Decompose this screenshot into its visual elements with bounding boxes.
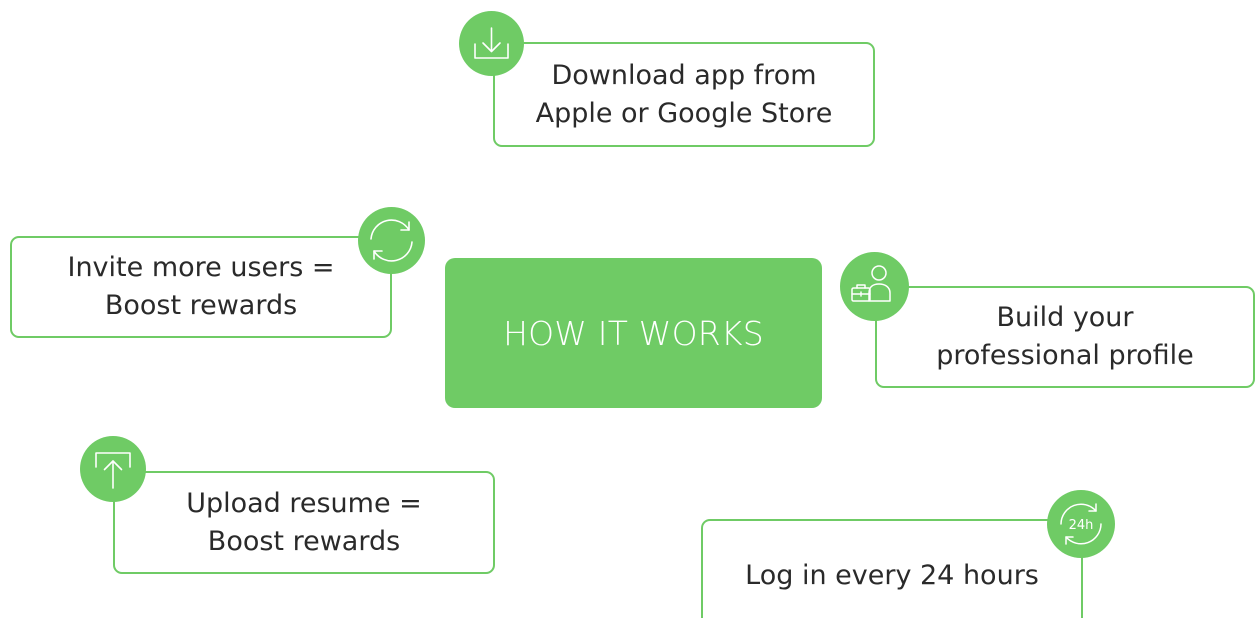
step-download-text: Download app from Apple or Google Store (536, 57, 833, 133)
step-login-line1: Log in every 24 hours (745, 559, 1039, 591)
step-download-line2: Apple or Google Store (535, 97, 833, 129)
step-invite-text: Invite more users = Boost rewards (67, 249, 334, 325)
clock-24h-label: 24h (1069, 518, 1094, 533)
step-upload-line2: Boost rewards (207, 525, 401, 557)
step-invite-line2: Boost rewards (104, 290, 298, 321)
step-download-line1: Download app from (551, 59, 817, 91)
profile-briefcase-icon (840, 252, 909, 321)
step-profile-line1: Build your (996, 302, 1134, 333)
refresh-icon (358, 207, 425, 274)
step-profile-text: Build your professional profile (936, 299, 1193, 375)
step-upload-line1: Upload resume = (186, 487, 422, 519)
step-profile-line2: professional profile (936, 340, 1194, 371)
how-it-works-title: HOW IT WORKS (503, 313, 764, 353)
step-invite-box: Invite more users = Boost rewards (10, 236, 392, 338)
step-upload-text: Upload resume = Boost rewards (186, 485, 422, 561)
upload-icon (80, 436, 146, 502)
step-invite-line1: Invite more users = (67, 252, 335, 283)
clock-24h-icon: 24h (1047, 490, 1115, 558)
step-login-box: Log in every 24 hours (701, 519, 1083, 618)
step-profile-box: Build your professional profile (875, 286, 1255, 388)
how-it-works-title-box: HOW IT WORKS (445, 258, 822, 408)
step-upload-box: Upload resume = Boost rewards (113, 471, 495, 574)
download-icon (459, 11, 524, 76)
step-download-box: Download app from Apple or Google Store (493, 42, 875, 147)
